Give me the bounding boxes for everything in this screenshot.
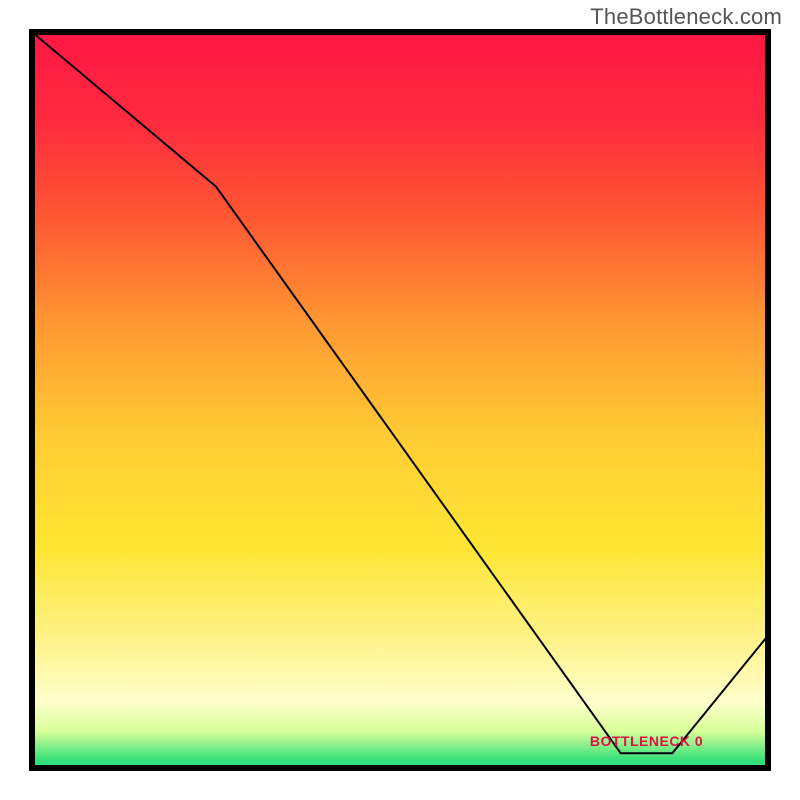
chart-container: TheBottleneck.com BOTTLENECK 0 [0,0,800,800]
annotation-bottleneck-marker: BOTTLENECK 0 [590,733,703,749]
heat-background [32,32,768,768]
bottleneck-chart: BOTTLENECK 0 [0,0,800,800]
watermark: TheBottleneck.com [590,4,782,30]
